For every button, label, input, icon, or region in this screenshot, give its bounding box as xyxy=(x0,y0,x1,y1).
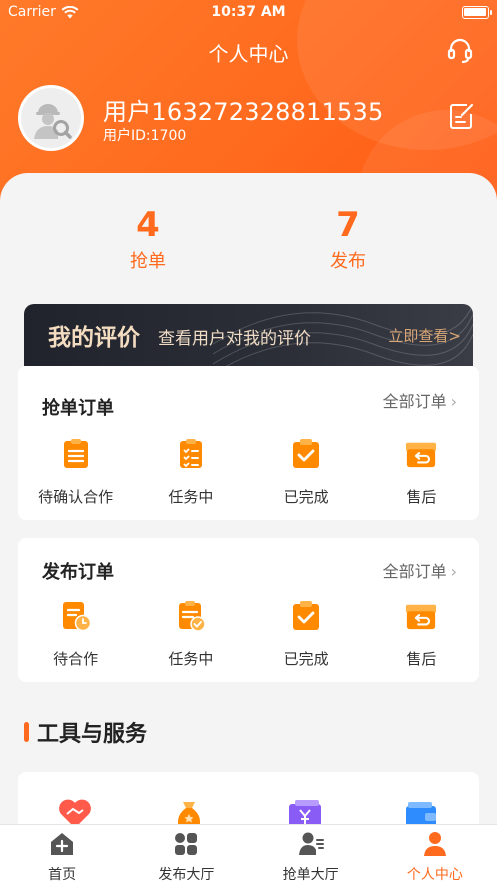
stat-label: 抢单 xyxy=(130,251,166,272)
tab-label: 发布大厅 xyxy=(158,867,215,883)
return-box-icon xyxy=(406,442,437,468)
review-view-link[interactable]: 立即查看> xyxy=(388,325,461,346)
review-title: 我的评价 xyxy=(48,325,140,351)
checklist-icon xyxy=(179,439,202,468)
battery-icon xyxy=(462,6,492,19)
order-item-label: 任务中 xyxy=(168,488,214,506)
grab-orders-card: 抢单订单 全部订单 › 待确认合作 任务中 已完成 售后 xyxy=(18,366,479,520)
publish-order-after-sales[interactable]: 售后 xyxy=(364,600,479,669)
chevron-right-icon: › xyxy=(450,392,457,411)
doc-clock-icon xyxy=(62,602,91,632)
grab-orders-items: 待确认合作 任务中 已完成 售后 xyxy=(18,438,479,507)
clipboard-check-icon xyxy=(293,601,320,630)
tab-home[interactable]: 首页 xyxy=(0,825,124,883)
person-icon xyxy=(423,832,446,856)
order-item-label: 售后 xyxy=(406,488,437,506)
grid-apps-icon xyxy=(175,833,198,855)
status-time: 10:37 AM xyxy=(211,4,286,20)
all-orders-label: 全部订单 xyxy=(382,392,447,411)
publish-order-completed[interactable]: 已完成 xyxy=(249,600,364,669)
user-id: 用户ID:1700 xyxy=(103,128,187,144)
doc-check-badge-icon xyxy=(178,601,206,632)
avatar[interactable] xyxy=(18,85,84,151)
publish-order-waiting[interactable]: 待合作 xyxy=(18,600,133,669)
review-banner[interactable]: 我的评价 查看用户对我的评价 立即查看> xyxy=(24,304,473,366)
worker-search-icon xyxy=(34,104,72,139)
tab-profile[interactable]: 个人中心 xyxy=(373,825,497,883)
stat-publish[interactable]: 7 发布 xyxy=(288,205,408,273)
clipboard-check-icon xyxy=(293,439,320,468)
chevron-right-icon: › xyxy=(450,562,457,581)
grab-order-completed[interactable]: 已完成 xyxy=(249,438,364,507)
tools-card xyxy=(18,772,479,832)
review-subtitle: 查看用户对我的评价 xyxy=(158,329,311,349)
stat-label: 发布 xyxy=(330,251,366,272)
tools-section-header: 工具与服务 xyxy=(24,716,147,748)
grab-order-in-progress[interactable]: 任务中 xyxy=(133,438,248,507)
headset-icon[interactable] xyxy=(445,36,475,66)
order-item-label: 售后 xyxy=(406,650,437,668)
stat-value: 4 xyxy=(136,205,160,245)
section-accent-bar xyxy=(24,722,29,742)
edit-icon[interactable] xyxy=(449,102,475,130)
grab-orders-title: 抢单订单 xyxy=(42,398,114,419)
publish-orders-all-link[interactable]: 全部订单 › xyxy=(383,558,457,582)
order-item-label: 已完成 xyxy=(283,488,329,506)
grab-orders-all-link[interactable]: 全部订单 › xyxy=(383,388,457,412)
publish-order-in-progress[interactable]: 任务中 xyxy=(133,600,248,669)
order-item-label: 任务中 xyxy=(168,650,214,668)
grab-order-pending[interactable]: 待确认合作 xyxy=(18,438,133,507)
all-orders-label: 全部订单 xyxy=(382,562,447,581)
tools-section-title: 工具与服务 xyxy=(37,722,148,747)
tab-publish-hall[interactable]: 发布大厅 xyxy=(124,825,248,883)
page-title: 个人中心 xyxy=(208,42,289,66)
order-item-label: 已完成 xyxy=(283,650,329,668)
tab-label: 抢单大厅 xyxy=(282,867,339,883)
user-name: 用户163272328811535 xyxy=(103,98,384,126)
list-doc-icon xyxy=(63,439,88,468)
publish-orders-card: 发布订单 全部订单 › 待合作 任务中 已完成 售后 xyxy=(18,538,479,682)
grab-order-after-sales[interactable]: 售后 xyxy=(364,438,479,507)
order-item-label: 待合作 xyxy=(53,650,99,668)
stat-value: 7 xyxy=(336,205,360,245)
battery-level xyxy=(464,8,486,16)
tab-grab-hall[interactable]: 抢单大厅 xyxy=(249,825,373,883)
user-list-icon xyxy=(298,832,324,855)
tab-label: 个人中心 xyxy=(406,867,463,883)
stat-grab[interactable]: 4 抢单 xyxy=(88,205,208,273)
home-plus-icon xyxy=(51,833,74,855)
publish-orders-title: 发布订单 xyxy=(42,562,114,583)
publish-orders-items: 待合作 任务中 已完成 售后 xyxy=(18,600,479,669)
status-bar: Carrier 10:37 AM xyxy=(0,0,497,26)
return-box-icon xyxy=(406,604,437,630)
tab-bar: 首页 发布大厅 抢单大厅 个人中心 xyxy=(0,824,497,883)
order-item-label: 待确认合作 xyxy=(38,488,114,506)
tab-label: 首页 xyxy=(48,867,77,883)
